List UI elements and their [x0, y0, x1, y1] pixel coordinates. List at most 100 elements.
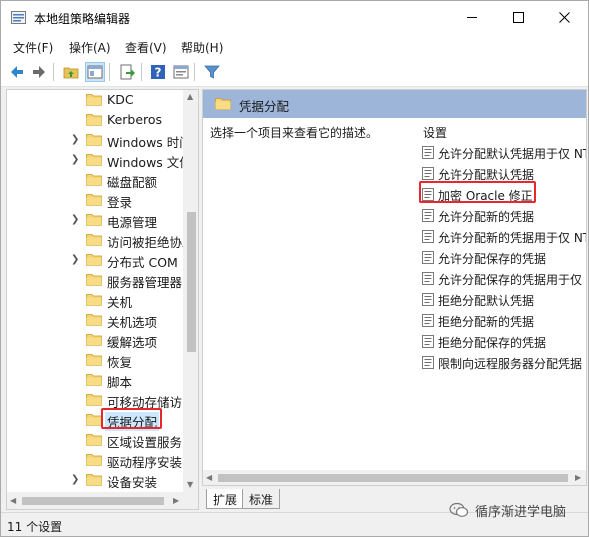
properties-button[interactable]: [171, 62, 191, 82]
setting-item[interactable]: 允许分配新的凭据: [422, 205, 586, 226]
maximize-button[interactable]: [496, 1, 542, 33]
setting-label: 限制向远程服务器分配凭据: [438, 357, 583, 371]
scroll-left-icon[interactable]: ◀: [10, 496, 16, 505]
setting-item[interactable]: 拒绝分配默认凭据: [422, 289, 586, 310]
scroll-thumb[interactable]: [218, 474, 568, 482]
tree-item[interactable]: ❯ 分布式 COM: [7, 250, 182, 270]
status-text: 11 个设置: [7, 520, 63, 534]
policy-setting-icon: [422, 251, 434, 264]
console-tree[interactable]: KDC Kerberos ❯Windows 时间服务❯Windows 文件保护磁盘配…: [6, 89, 199, 510]
tree-item[interactable]: 区域设置服务: [7, 430, 182, 450]
tab-standard[interactable]: 标准: [242, 489, 281, 509]
tree-item-label: 关机选项: [107, 315, 158, 330]
menu-help[interactable]: 帮助(H): [181, 39, 223, 56]
menu-action[interactable]: 操作(A): [69, 39, 111, 56]
details-header: 凭据分配: [203, 90, 586, 118]
tree-item[interactable]: 关机: [7, 290, 182, 310]
watermark-text: 循序渐进学电脑: [475, 505, 567, 520]
folder-icon: [215, 98, 231, 110]
horizontal-scrollbar[interactable]: ◀ ▶: [203, 470, 586, 485]
svg-text:?: ?: [155, 66, 162, 80]
filter-icon: [204, 65, 220, 79]
tree-item[interactable]: ❯Windows 文件保护: [7, 150, 198, 170]
back-button[interactable]: [7, 62, 27, 82]
minimize-button[interactable]: [450, 1, 496, 33]
tree-item[interactable]: 登录: [7, 190, 182, 210]
tab-extended[interactable]: 扩展: [206, 489, 245, 509]
scroll-up-icon[interactable]: ▲: [187, 92, 193, 101]
setting-label: 允许分配默认凭据: [438, 168, 535, 182]
tree-item[interactable]: 服务器管理器: [7, 270, 182, 290]
settings-column-header[interactable]: 设置: [423, 124, 447, 141]
setting-item[interactable]: 允许分配保存的凭据用于仅 NTLM 服务器身份验证: [422, 268, 586, 289]
scroll-left-icon[interactable]: ◀: [206, 473, 212, 482]
tree-item-label: 缓解选项: [107, 335, 158, 350]
tree-item-label: 服务器管理器: [107, 275, 183, 290]
folder-icon: [86, 234, 102, 246]
policy-setting-icon: [422, 167, 434, 180]
maximize-icon: [513, 12, 524, 23]
tree-item[interactable]: 磁盘配额: [7, 170, 182, 190]
menu-view[interactable]: 查看(V): [125, 39, 167, 56]
setting-label: 拒绝分配默认凭据: [438, 294, 535, 308]
folder-icon: [86, 354, 102, 366]
tree-item[interactable]: 关机选项: [7, 310, 182, 330]
chevron-right-icon[interactable]: ❯: [71, 134, 79, 145]
folder-up-icon: [63, 67, 79, 79]
tree-item-label: 区域设置服务: [107, 435, 183, 450]
tree-item[interactable]: Kerberos: [7, 110, 182, 130]
tree-item[interactable]: ❯ 电源管理: [7, 210, 182, 230]
help-button[interactable]: ?: [148, 62, 168, 82]
export-list-button[interactable]: [117, 62, 137, 82]
chevron-right-icon[interactable]: ❯: [71, 214, 79, 225]
tree-item-label: 凭据分配: [105, 412, 160, 431]
tree-item[interactable]: ❯ 设备安装: [7, 470, 182, 490]
folder-icon: [86, 434, 102, 446]
tree-item[interactable]: 凭据分配: [7, 410, 182, 431]
policy-setting-icon: [422, 209, 434, 222]
setting-item[interactable]: 拒绝分配新的凭据: [422, 310, 586, 331]
policy-setting-icon: [422, 335, 434, 348]
description-text: 选择一个项目来查看它的描述。: [210, 126, 379, 140]
details-header-title: 凭据分配: [239, 99, 290, 114]
tree-item[interactable]: 脚本: [7, 370, 182, 390]
setting-item[interactable]: 限制向远程服务器分配凭据: [422, 352, 586, 373]
scroll-down-icon[interactable]: ▼: [187, 480, 193, 489]
folder-icon: [86, 334, 102, 346]
forward-button[interactable]: [29, 62, 49, 82]
details-pane: 凭据分配 选择一个项目来查看它的描述。 设置 允许分配默认凭据用于仅 NTLM …: [202, 89, 587, 486]
tree-item[interactable]: ❯Windows 时间服务: [7, 130, 198, 150]
tree-item[interactable]: 访问被拒绝协助: [7, 230, 195, 250]
horizontal-scrollbar[interactable]: ◀ ▶: [7, 492, 198, 509]
vertical-scrollbar[interactable]: ▲ ▼: [183, 90, 198, 492]
tree-item-label: KDC: [107, 92, 134, 107]
folder-icon: [86, 454, 102, 466]
tree-item[interactable]: 缓解选项: [7, 330, 182, 350]
show-hide-tree-button[interactable]: [85, 62, 105, 82]
setting-label: 允许分配新的凭据用于仅 NTLM 服务器身份验证: [438, 231, 586, 245]
close-button[interactable]: [542, 1, 588, 33]
tree-item[interactable]: 恢复: [7, 350, 182, 370]
setting-item[interactable]: 允许分配默认凭据用于仅 NTLM 服务器身份验证: [422, 142, 586, 163]
setting-item[interactable]: 加密 Oracle 修正: [422, 184, 586, 205]
filter-button[interactable]: [202, 62, 222, 82]
tree-item[interactable]: 可移动存储访问: [7, 390, 195, 410]
scroll-right-icon[interactable]: ▶: [173, 496, 179, 505]
tree-item[interactable]: 驱动程序安装: [7, 450, 182, 470]
setting-item[interactable]: 允许分配新的凭据用于仅 NTLM 服务器身份验证: [422, 226, 586, 247]
up-level-button[interactable]: [61, 62, 81, 82]
scroll-thumb[interactable]: [187, 212, 196, 352]
chevron-right-icon[interactable]: ❯: [71, 474, 79, 485]
setting-item[interactable]: 允许分配默认凭据: [422, 163, 586, 184]
tree-item[interactable]: KDC: [7, 90, 182, 110]
tree-item-label: 恢复: [107, 355, 133, 370]
chevron-right-icon[interactable]: ❯: [71, 154, 79, 165]
tree-item-label: 驱动程序安装: [107, 455, 183, 470]
chevron-right-icon[interactable]: ❯: [71, 254, 79, 265]
scroll-right-icon[interactable]: ▶: [575, 473, 581, 482]
setting-item[interactable]: 允许分配保存的凭据: [422, 247, 586, 268]
folder-icon: [86, 374, 102, 386]
setting-item[interactable]: 拒绝分配保存的凭据: [422, 331, 586, 352]
scroll-thumb[interactable]: [22, 497, 164, 505]
menu-file[interactable]: 文件(F): [13, 39, 53, 56]
